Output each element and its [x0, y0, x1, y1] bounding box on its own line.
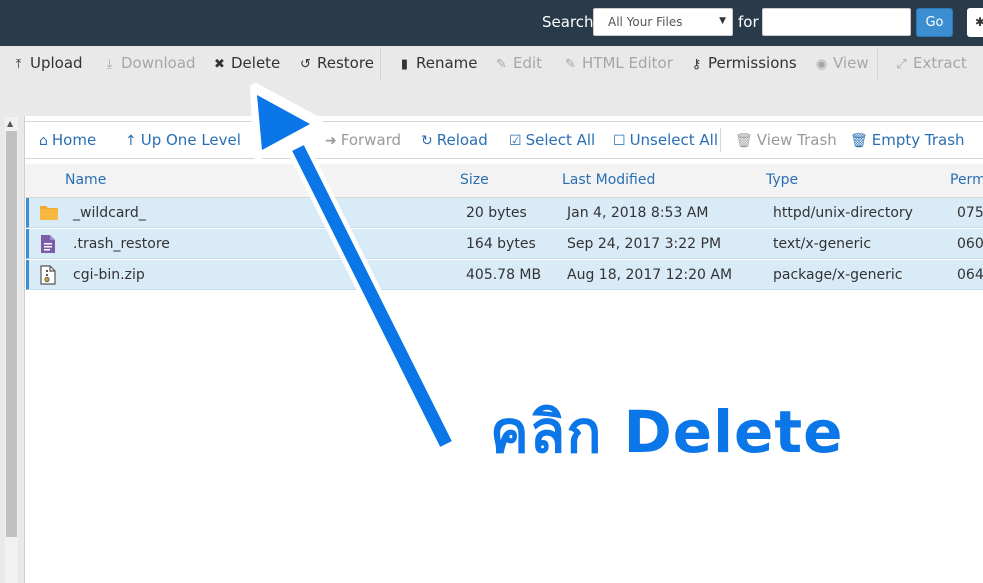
annotation-arrow	[250, 83, 456, 449]
annotation-label: คลิก Delete	[490, 398, 844, 466]
